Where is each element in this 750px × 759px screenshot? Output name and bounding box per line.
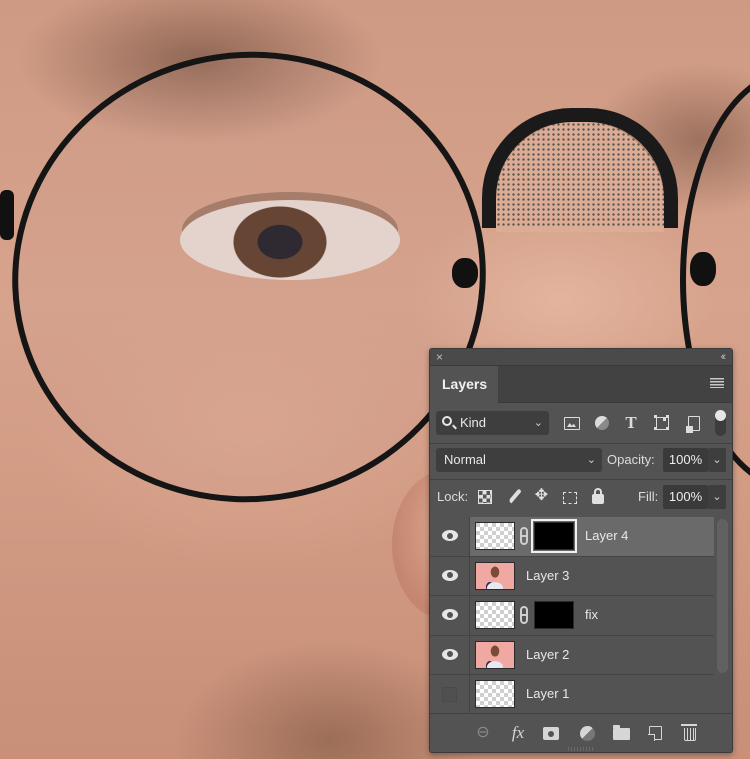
lock-artboard-icon[interactable] [563,492,577,504]
glasses-bridge [482,108,678,228]
eye-icon [442,530,458,541]
layer-thumbnail[interactable] [475,680,515,708]
filter-row: Kind ⌄ T [430,409,732,439]
link-layers-icon[interactable]: ⊖ [474,725,492,741]
filter-toggle[interactable] [715,410,726,436]
resize-grip[interactable] [568,747,594,751]
eye-icon [442,648,458,660]
lock-image-pixels-icon[interactable] [508,488,522,504]
filter-kind-label: Kind [460,415,487,430]
panel-tab-bar: Layers [430,366,732,403]
layer-body[interactable]: Layer 1 [470,675,714,713]
divider [430,443,732,444]
layer-name: fix [585,607,598,622]
layer-thumbnail[interactable] [475,561,515,590]
adjustment-filter-icon[interactable] [595,416,609,430]
glasses-nose-pad-left [452,258,478,288]
hidden-visibility-box [442,687,457,702]
lock-transparent-pixels-icon[interactable] [478,490,492,504]
shape-filter-icon[interactable] [654,415,669,430]
collapse-panel-icon[interactable]: ‹‹ [721,350,727,364]
layer-thumbnail[interactable] [475,640,515,669]
layer-name: Layer 2 [526,646,570,662]
filter-kind-select[interactable]: Kind ⌄ [436,411,549,435]
panel-menu-icon[interactable] [710,378,724,388]
visibility-toggle[interactable] [430,556,470,595]
fx-icon[interactable]: fx [509,724,527,741]
search-icon [442,416,452,426]
type-filter-icon[interactable]: T [623,414,639,431]
chain-link-icon[interactable] [520,527,528,545]
layer-body[interactable]: fix [470,596,714,635]
opacity-label: Opacity: [607,452,655,467]
add-mask-icon[interactable] [543,727,559,740]
visibility-toggle[interactable] [430,517,470,556]
layer-row-layer-3[interactable]: Layer 3 [430,556,714,596]
lock-row: Lock: ✥ Fill: 100% ⌄ [430,482,732,512]
layer-name: Layer 1 [526,686,570,701]
opacity-dropdown[interactable]: ⌄ [708,448,726,472]
fill-input[interactable]: 100% [663,485,708,509]
layer-body[interactable]: Layer 4 [470,517,714,556]
visibility-toggle[interactable] [430,596,470,635]
adjustment-layer-icon[interactable] [580,726,595,741]
layer-mask-thumbnail[interactable] [531,519,577,553]
layers-list: Layer 4 Layer 3 fix Layer 2 Layer 1 [430,517,714,713]
new-group-folder-icon[interactable] [613,725,630,740]
layer-name: Layer 4 [585,528,629,543]
eye-icon [442,609,458,620]
chain-link-icon[interactable] [520,606,528,624]
blend-mode-select[interactable]: Normal ⌄ [436,448,602,472]
layer-body[interactable]: Layer 2 [470,636,714,675]
layer-row-layer-4[interactable]: Layer 4 [430,517,714,557]
lock-label: Lock: [437,489,469,504]
layer-body[interactable]: Layer 3 [470,557,714,596]
layer-name: Layer 3 [526,567,570,583]
visibility-toggle[interactable] [430,635,470,674]
glasses-nose-pad-right [690,252,716,286]
lock-position-icon[interactable]: ✥ [534,488,549,504]
pixel-filter-icon[interactable] [564,417,580,430]
trash-icon[interactable] [681,724,697,741]
lock-all-icon[interactable] [592,488,604,504]
close-icon[interactable]: × [436,350,443,364]
chevron-down-icon: ⌄ [533,417,543,429]
eye-icon [442,569,458,581]
divider [430,479,732,480]
layers-panel: × ‹‹ Layers Kind ⌄ T Normal ⌄ Opacity: 1… [429,348,733,753]
panel-titlebar[interactable]: × ‹‹ [430,349,732,366]
glasses-hinge [0,190,14,240]
chevron-down-icon: ⌄ [586,454,596,466]
layers-scrollbar[interactable] [717,519,728,673]
new-layer-icon[interactable] [648,726,662,741]
fill-label: Fill: [638,489,659,504]
blend-mode-value: Normal [444,452,486,467]
visibility-toggle[interactable] [430,675,470,713]
smart-object-filter-icon[interactable] [686,416,700,433]
layer-thumbnail[interactable] [475,601,515,629]
layer-thumbnail[interactable] [475,522,515,550]
layer-row-fix[interactable]: fix [430,596,714,636]
layer-row-layer-1[interactable]: Layer 1 [430,675,714,713]
opacity-input[interactable]: 100% [663,448,708,472]
layer-mask-thumbnail[interactable] [534,601,574,629]
blend-row: Normal ⌄ Opacity: 100% ⌄ [430,446,732,476]
layers-bottom-toolbar: ⊖ fx [430,713,732,753]
layer-row-layer-2[interactable]: Layer 2 [430,635,714,675]
tab-layers[interactable]: Layers [430,366,498,403]
fill-dropdown[interactable]: ⌄ [708,485,726,509]
